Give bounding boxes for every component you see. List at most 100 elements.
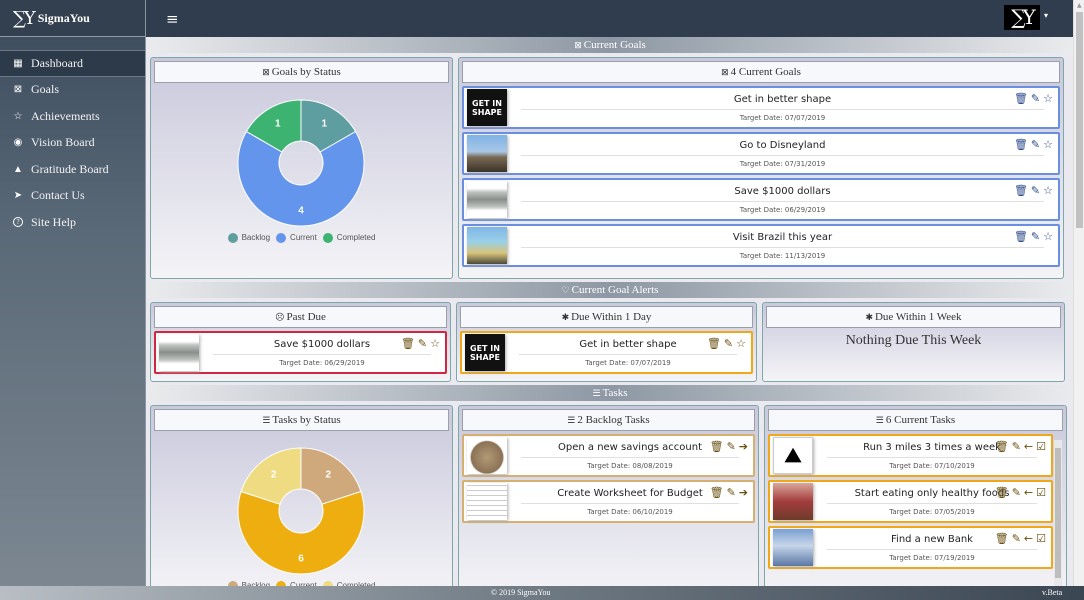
goal-card[interactable]: GET IN SHAPE Get in better shape Target D… <box>460 331 753 374</box>
goal-thumbnail <box>159 334 199 371</box>
edit-icon[interactable]: ✎ <box>1031 92 1040 105</box>
star-icon[interactable]: ☆ <box>1043 138 1053 151</box>
edit-icon[interactable]: ✎ <box>1031 184 1040 197</box>
trash-icon[interactable]: 🗑 <box>995 532 1009 545</box>
goals-icon: ⊠ <box>262 67 270 77</box>
scrollbar-thumb[interactable] <box>1076 12 1083 228</box>
edit-icon[interactable]: ✎ <box>727 440 736 453</box>
legend-item-current[interactable]: Current <box>276 233 317 243</box>
checkbox-icon[interactable]: ☑ <box>1036 486 1046 499</box>
trash-icon[interactable]: 🗑 <box>707 337 721 350</box>
sidebar-item-dashboard[interactable]: ▦ Dashboard <box>0 50 145 77</box>
trash-icon[interactable]: 🗑 <box>995 440 1009 453</box>
trash-icon[interactable]: 🗑 <box>710 440 724 453</box>
legend-item-completed[interactable]: Completed <box>322 233 375 243</box>
scrollbar-thumb[interactable] <box>1055 448 1061 578</box>
trash-icon[interactable]: 🗑 <box>995 486 1009 499</box>
arrow-left-icon[interactable]: ← <box>1024 486 1033 499</box>
edit-icon[interactable]: ✎ <box>727 486 736 499</box>
panel-title: Due Within 1 Week <box>874 311 962 323</box>
item-title: Visit Brazil this year <box>521 232 1044 248</box>
sidebar-nav: ▦ Dashboard ⊠ Goals ☆ Achievements ◉ Vision … <box>0 50 145 236</box>
goals-chart-legend: Backlog Current Completed <box>154 233 449 243</box>
slice-value-label: 6 <box>298 554 304 565</box>
item-card[interactable]: ⛰ Run 3 miles 3 times a week Target Date… <box>768 434 1053 477</box>
edit-icon[interactable]: ✎ <box>1012 486 1021 499</box>
trash-icon[interactable]: 🗑 <box>1014 92 1028 105</box>
slice-value-label: 1 <box>275 119 281 130</box>
sidebar-item-achievements[interactable]: ☆ Achievements <box>0 103 145 130</box>
list-icon: ☰ <box>262 415 271 425</box>
task-list-scrollbar[interactable] <box>1054 440 1062 586</box>
star-icon[interactable]: ☆ <box>736 337 746 350</box>
edit-icon[interactable]: ✎ <box>724 337 733 350</box>
menu-toggle-icon[interactable]: ≡ <box>166 10 179 28</box>
star-icon[interactable]: ☆ <box>1043 230 1053 243</box>
star-icon[interactable]: ☆ <box>1043 184 1053 197</box>
section-header-alerts: ♡ Current Goal Alerts <box>147 282 1073 298</box>
item-card[interactable]: Open a new savings account Target Date: … <box>462 434 755 477</box>
checkbox-icon[interactable]: ☑ <box>1036 440 1046 453</box>
item-card[interactable]: Find a new Bank Target Date: 07/19/2019 … <box>768 526 1053 569</box>
brand[interactable]: ∑Y SigmaYou <box>0 0 145 37</box>
star-icon[interactable]: ☆ <box>1043 92 1053 105</box>
panel-title: Goals by Status <box>271 66 341 78</box>
sidebar-item-goals[interactable]: ⊠ Goals <box>0 77 145 104</box>
slice-value-label: 1 <box>321 119 327 130</box>
trash-icon[interactable]: 🗑 <box>710 486 724 499</box>
item-card[interactable]: Start eating only healthy foods Target D… <box>768 480 1053 523</box>
item-card[interactable]: Go to Disneyland Target Date: 07/31/2019… <box>462 132 1060 175</box>
panel-header: ⊠ 4 Current Goals <box>462 61 1060 83</box>
item-card[interactable]: Create Worksheet for Budget Target Date:… <box>462 480 755 523</box>
arrow-left-icon[interactable]: ← <box>1024 532 1033 545</box>
trash-icon[interactable]: 🗑 <box>1014 138 1028 151</box>
arrow-right-icon[interactable]: ➔ <box>739 486 748 499</box>
sidebar-item-contact-us[interactable]: ➤ Contact Us <box>0 183 145 210</box>
user-avatar[interactable]: ∑Y <box>1004 5 1040 30</box>
due-within-1-week-panel: ✱ Due Within 1 Week Nothing Due This Week <box>762 302 1065 382</box>
edit-icon[interactable]: ✎ <box>418 337 427 350</box>
trash-icon[interactable]: 🗑 <box>401 337 415 350</box>
item-title: Create Worksheet for Budget <box>521 488 739 504</box>
bell-icon: ♡ <box>561 285 570 295</box>
sidebar-item-gratitude-board[interactable]: ▲ Gratitude Board <box>0 156 145 183</box>
sidebar-item-label: Achievements <box>31 108 100 123</box>
list-icon: ☰ <box>875 415 884 425</box>
item-card[interactable]: Visit Brazil this year Target Date: 11/1… <box>462 224 1060 267</box>
checkbox-icon[interactable]: ☑ <box>1036 532 1046 545</box>
edit-icon[interactable]: ✎ <box>1031 138 1040 151</box>
item-title: Open a new savings account <box>521 442 739 458</box>
trash-icon[interactable]: 🗑 <box>1014 230 1028 243</box>
panel-header: ☹ Past Due <box>154 306 447 328</box>
sidebar-item-site-help[interactable]: ? Site Help <box>0 209 145 236</box>
current-task-list: ⛰ Run 3 miles 3 times a week Target Date… <box>768 434 1053 569</box>
arrow-right-icon[interactable]: ➔ <box>739 440 748 453</box>
slice-value-label: 2 <box>326 469 332 480</box>
edit-icon[interactable]: ✎ <box>1012 440 1021 453</box>
goal-target-date: Target Date: 06/29/2019 <box>279 358 365 367</box>
legend-label: Current <box>290 233 317 243</box>
goal-card[interactable]: Save $1000 dollars Target Date: 06/29/201… <box>154 331 447 374</box>
edit-icon[interactable]: ✎ <box>1012 532 1021 545</box>
edit-icon[interactable]: ✎ <box>1031 230 1040 243</box>
item-target-date: Target Date: 07/31/2019 <box>739 159 826 168</box>
empty-message: Nothing Due This Week <box>845 333 982 348</box>
legend-item-backlog[interactable]: Backlog <box>227 233 270 243</box>
item-target-date: Target Date: 08/08/2019 <box>587 461 673 470</box>
item-thumbnail <box>467 181 507 218</box>
goals-icon: ⊠ <box>721 67 729 77</box>
sidebar-item-vision-board[interactable]: ◉ Vision Board <box>0 130 145 157</box>
item-card[interactable]: GET IN SHAPE Get in better shape Target … <box>462 86 1060 129</box>
page-scrollbar[interactable]: ▲ <box>1073 0 1084 586</box>
arrow-left-icon[interactable]: ← <box>1024 440 1033 453</box>
thumb-text: GET IN SHAPE <box>472 98 502 117</box>
sidebar-item-label: Site Help <box>31 214 76 229</box>
dashboard-icon: ▦ <box>13 57 23 69</box>
chevron-down-icon[interactable]: ▾ <box>1044 11 1048 20</box>
star-icon[interactable]: ☆ <box>430 337 440 350</box>
image-icon: ⛰ <box>784 443 802 467</box>
trash-icon[interactable]: 🗑 <box>1014 184 1028 197</box>
scroll-up-icon[interactable]: ▲ <box>1077 2 1082 9</box>
item-card[interactable]: Save $1000 dollars Target Date: 06/29/20… <box>462 178 1060 221</box>
item-thumbnail <box>467 483 507 520</box>
